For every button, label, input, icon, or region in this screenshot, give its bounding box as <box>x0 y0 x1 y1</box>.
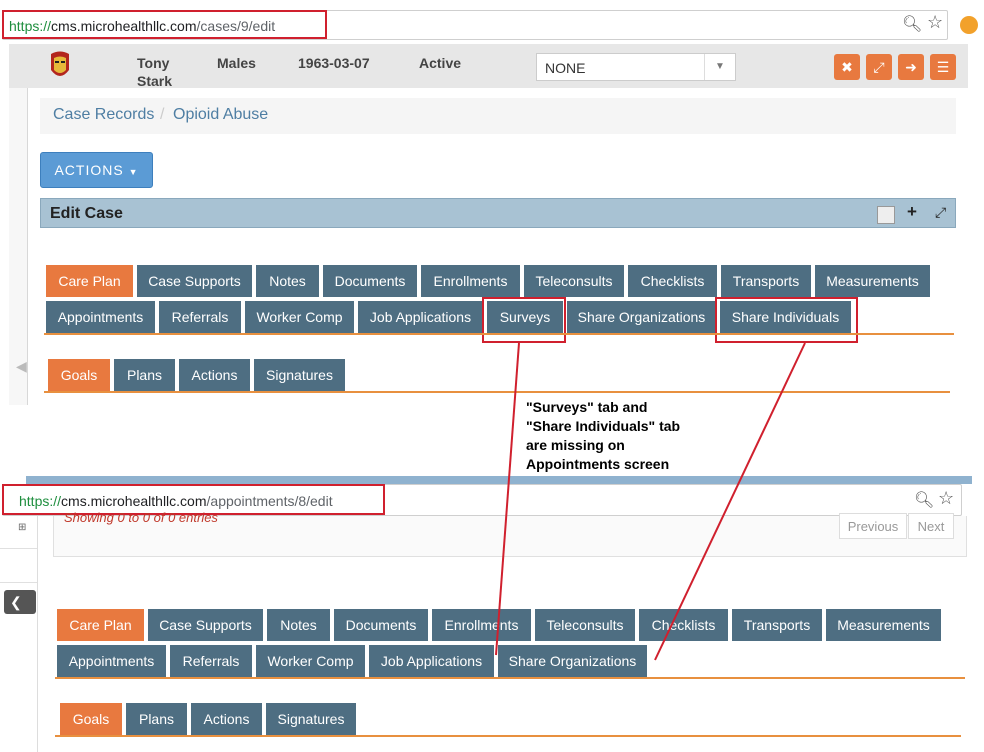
arrow-share-individuals <box>654 342 806 661</box>
arrow-surveys <box>495 342 520 656</box>
annotation-arrows <box>495 342 806 661</box>
